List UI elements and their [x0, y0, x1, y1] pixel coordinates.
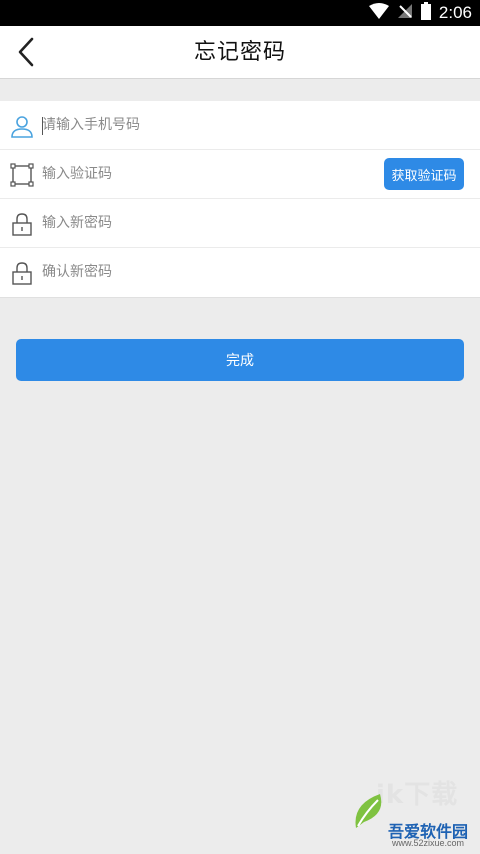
code-input[interactable] — [42, 150, 362, 198]
lock-icon — [9, 211, 35, 237]
battery-icon — [420, 2, 431, 24]
watermark: ik下载 吾爱软件园 www.52zixue.com — [350, 774, 476, 850]
status-icons: 2:06 — [368, 0, 472, 26]
status-bar: 2:06 — [0, 0, 480, 26]
no-signal-icon — [397, 3, 413, 23]
app-bar: 忘记密码 — [0, 26, 480, 79]
confirm-password-row — [0, 248, 480, 297]
lock-icon — [9, 260, 35, 286]
wifi-icon — [368, 3, 389, 23]
new-password-row — [0, 199, 480, 248]
text-caret — [42, 117, 43, 135]
phone-input[interactable] — [42, 101, 362, 149]
reset-password-form: 获取验证码 — [0, 101, 480, 298]
user-icon — [9, 113, 35, 139]
page-title: 忘记密码 — [193, 40, 286, 65]
new-password-input[interactable] — [42, 199, 362, 247]
submit-button[interactable]: 完成 — [16, 339, 464, 381]
code-row: 获取验证码 — [0, 150, 480, 199]
phone-row — [0, 101, 480, 150]
get-code-button[interactable]: 获取验证码 — [384, 158, 464, 190]
watermark-url: www.52zixue.com — [392, 838, 465, 848]
status-time: 2:06 — [438, 3, 472, 22]
confirm-password-input[interactable] — [42, 248, 362, 296]
leaf-logo-icon — [350, 790, 390, 830]
frame-icon — [9, 162, 35, 188]
